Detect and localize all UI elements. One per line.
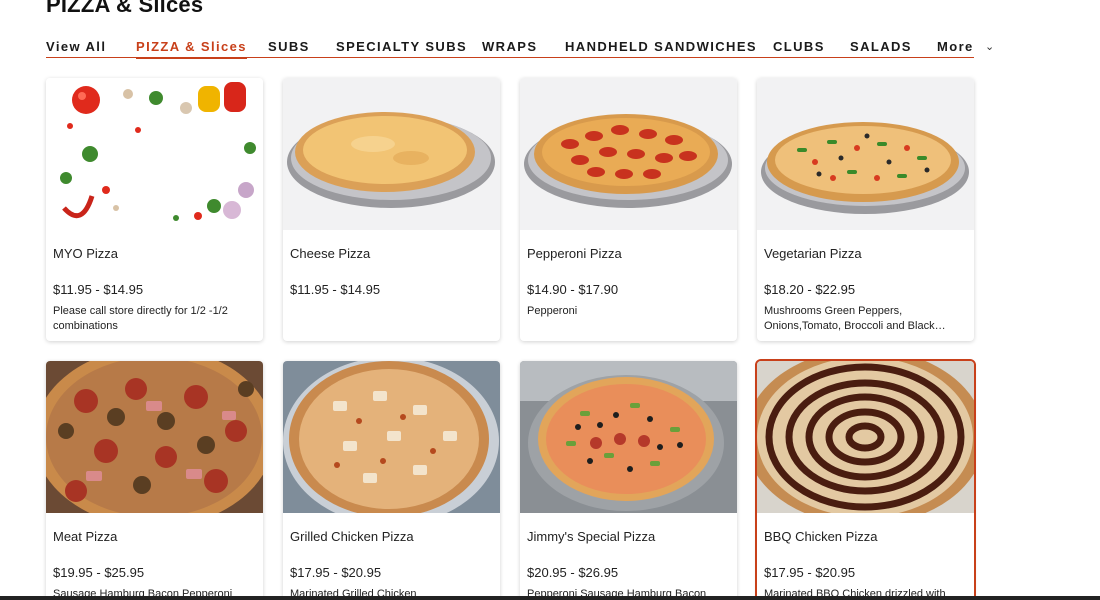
item-description: Please call store directly for 1/2 -1/2 … <box>53 305 228 332</box>
item-price: $18.20 - $22.95 <box>764 282 856 297</box>
menu-item-card[interactable]: Grilled Chicken Pizza $17.95 - $20.95 Ma… <box>283 361 500 600</box>
item-price: $11.95 - $14.95 <box>290 282 381 297</box>
menu-item-card[interactable]: Vegetarian Pizza $18.20 - $22.95 Mushroo… <box>757 78 974 341</box>
item-description: Mushrooms Green Peppers, Onions,Tomato, … <box>764 305 946 332</box>
menu-item-card[interactable]: Jimmy's Special Pizza $20.95 - $26.95 Pe… <box>520 361 737 600</box>
menu-item-card[interactable]: BBQ Chicken Pizza $17.95 - $20.95 Marina… <box>755 359 976 600</box>
category-nav: View All PIZZA & Slices SUBS SPECIALTY S… <box>46 38 974 59</box>
chevron-down-icon[interactable]: ⌄ <box>985 40 994 53</box>
item-image-bbq <box>757 361 974 513</box>
menu-item-card[interactable]: MYO Pizza $11.95 - $14.95 Please call st… <box>46 78 263 341</box>
item-image-special <box>520 361 737 513</box>
item-price: $17.95 - $20.95 <box>290 565 382 580</box>
item-price: $11.95 - $14.95 <box>53 282 144 297</box>
item-name: Pepperoni Pizza <box>527 246 622 261</box>
tab-clubs[interactable]: CLUBS <box>773 39 825 54</box>
tab-subs[interactable]: SUBS <box>268 39 310 54</box>
tab-more[interactable]: More <box>937 39 974 54</box>
item-image-ingredients <box>46 78 263 230</box>
item-price: $20.95 - $26.95 <box>527 565 619 580</box>
item-description: Pepperoni <box>527 305 578 317</box>
tab-salads[interactable]: SALADS <box>850 39 912 54</box>
item-image-cheese <box>283 78 500 230</box>
menu-item-card[interactable]: Pepperoni Pizza $14.90 - $17.90 Pepperon… <box>520 78 737 341</box>
menu-item-card[interactable]: Cheese Pizza $11.95 - $14.95 <box>283 78 500 341</box>
item-name: Meat Pizza <box>53 529 118 544</box>
item-image-pepperoni <box>520 78 737 230</box>
page-title: PIZZA & Slices <box>46 0 204 17</box>
item-name: Vegetarian Pizza <box>764 246 862 261</box>
item-image-meat <box>46 361 263 513</box>
tab-specialty-subs[interactable]: SPECIALTY SUBS <box>336 39 467 54</box>
tab-pizza-slices[interactable]: PIZZA & Slices <box>136 39 247 59</box>
item-price: $17.95 - $20.95 <box>764 565 856 580</box>
item-name: Grilled Chicken Pizza <box>290 529 414 544</box>
bottom-bar <box>0 596 1100 600</box>
item-name: MYO Pizza <box>53 246 119 261</box>
item-price: $14.90 - $17.90 <box>527 282 619 297</box>
tab-view-all[interactable]: View All <box>46 39 106 54</box>
item-image-chicken <box>283 361 500 513</box>
item-name: BBQ Chicken Pizza <box>764 529 878 544</box>
item-name: Jimmy's Special Pizza <box>527 529 656 544</box>
item-image-vegetarian <box>757 78 974 230</box>
item-price: $19.95 - $25.95 <box>53 565 145 580</box>
menu-item-card[interactable]: Meat Pizza $19.95 - $25.95 Sausage Hambu… <box>46 361 263 600</box>
item-name: Cheese Pizza <box>290 246 371 261</box>
tab-wraps[interactable]: WRAPS <box>482 39 537 54</box>
tab-handheld-sandwiches[interactable]: HANDHELD SANDWICHES <box>565 39 757 54</box>
